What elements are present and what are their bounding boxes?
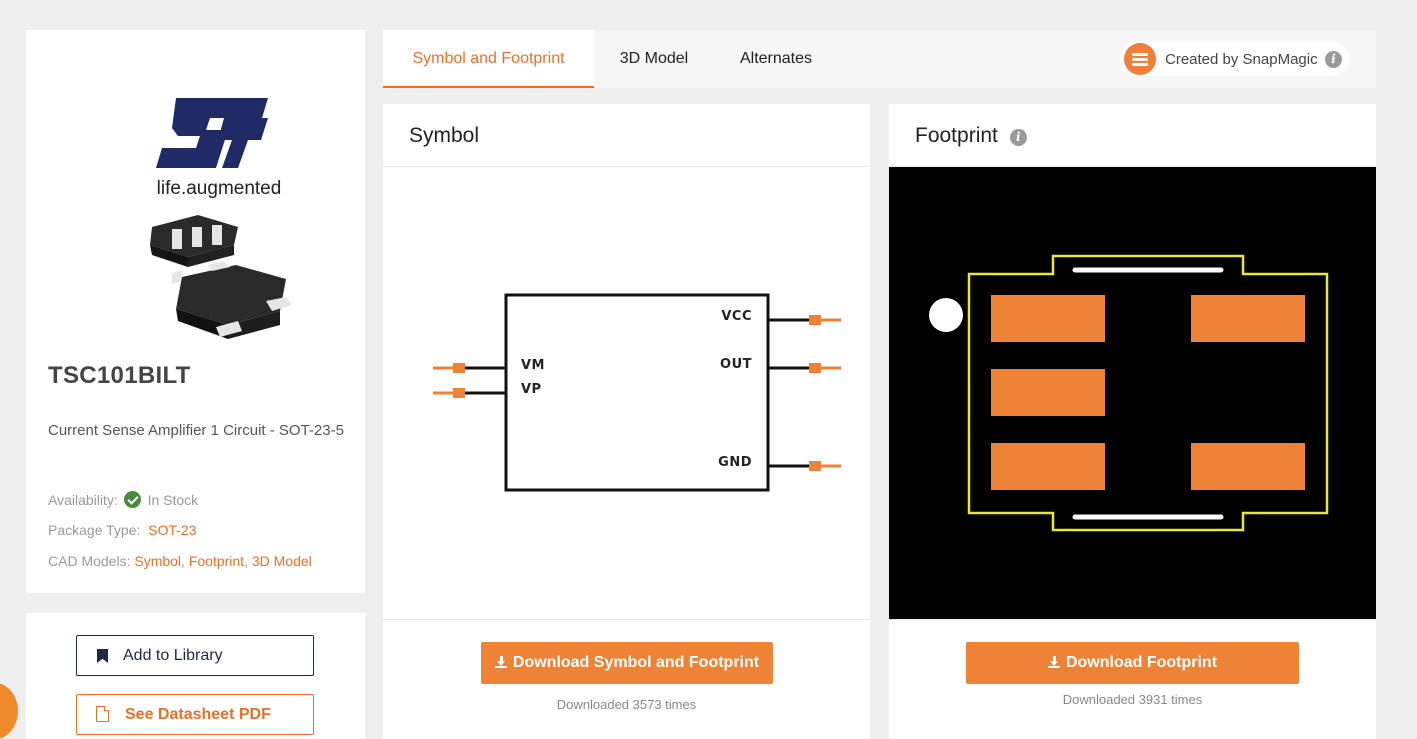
- model-tabs: Symbol and Footprint 3D Model Alternates…: [383, 30, 1376, 88]
- info-icon[interactable]: i: [1325, 51, 1342, 68]
- download-footprint-label: Download Footprint: [1065, 654, 1218, 671]
- cad-link-symbol[interactable]: Symbol: [134, 553, 181, 569]
- part-description: Current Sense Amplifier 1 Circuit - SOT-…: [48, 422, 344, 439]
- footprint-download-count: Downloaded 3931 times: [1062, 692, 1203, 707]
- footprint-panel-title: Footprint i: [915, 124, 1027, 148]
- download-icon: [1047, 656, 1060, 668]
- tab-3d-model[interactable]: 3D Model: [594, 30, 714, 88]
- part-number: TSC101BILT: [48, 362, 191, 389]
- add-to-library-label: Add to Library: [123, 646, 223, 664]
- availability-value: In Stock: [147, 492, 199, 508]
- actions-card: Add to Library See Datasheet PDF: [26, 613, 365, 739]
- schematic-symbol: VM VP VCC OUT GND: [433, 293, 841, 492]
- snapmagic-text: Created by SnapMagic: [1165, 51, 1318, 68]
- download-symbol-footprint-label: Download Symbol and Footprint: [512, 654, 760, 671]
- pin-label-vm: VM: [521, 358, 545, 373]
- bookmark-icon: [97, 649, 108, 663]
- pdf-file-icon: [96, 706, 109, 722]
- package-row: Package Type: SOT-23: [48, 522, 197, 538]
- cad-link-footprint[interactable]: Footprint: [189, 553, 244, 569]
- symbol-panel-title: Symbol: [409, 124, 480, 147]
- download-symbol-footprint-button[interactable]: Download Symbol and Footprint: [481, 642, 773, 684]
- package-label: Package Type:: [48, 522, 141, 538]
- add-to-library-button[interactable]: Add to Library: [76, 635, 314, 676]
- tab-alternates[interactable]: Alternates: [714, 30, 838, 88]
- sot23-package-image: [146, 215, 306, 355]
- check-circle-icon: [123, 491, 141, 508]
- info-icon[interactable]: i: [1009, 129, 1027, 146]
- cad-models-row: CAD Models: Symbol, Footprint, 3D Model: [48, 553, 312, 569]
- chat-widget-button[interactable]: [0, 683, 18, 739]
- cad-models-label: CAD Models:: [48, 553, 131, 569]
- tab-symbol-and-footprint[interactable]: Symbol and Footprint: [383, 30, 594, 88]
- pin-label-out: OUT: [720, 357, 752, 372]
- package-link[interactable]: SOT-23: [148, 522, 196, 538]
- footprint-panel: Footprint i Download Footprint Downloade…: [889, 104, 1376, 739]
- panel-footer-divider: [383, 619, 870, 620]
- availability-label: Availability:: [48, 492, 118, 508]
- download-icon: [494, 656, 507, 668]
- cad-link-3d-model[interactable]: 3D Model: [252, 553, 312, 569]
- pin-label-vcc: VCC: [721, 309, 752, 324]
- pin-label-gnd: GND: [718, 455, 752, 470]
- footprint-title-text: Footprint: [915, 124, 998, 147]
- see-datasheet-button[interactable]: See Datasheet PDF: [76, 694, 314, 735]
- snapmagic-logo-icon: [1124, 43, 1156, 75]
- panel-footer-divider: [889, 619, 1376, 620]
- part-info-card: life.augmented TSC101BILT Current Sense …: [26, 30, 365, 593]
- symbol-panel: Symbol VM VP VCC OUT GND Download Symbol…: [383, 104, 870, 739]
- pin-label-vp: VP: [521, 382, 542, 397]
- symbol-download-count: Downloaded 3573 times: [556, 697, 697, 712]
- download-footprint-button[interactable]: Download Footprint: [966, 642, 1299, 684]
- brand-tagline: life.augmented: [157, 178, 282, 199]
- see-datasheet-label: See Datasheet PDF: [125, 705, 271, 723]
- st-logo: life.augmented: [144, 90, 294, 205]
- availability-row: Availability: In Stock: [48, 491, 198, 508]
- snapmagic-badge[interactable]: Created by SnapMagic i: [1120, 42, 1350, 76]
- pcb-footprint-view: [889, 167, 1376, 619]
